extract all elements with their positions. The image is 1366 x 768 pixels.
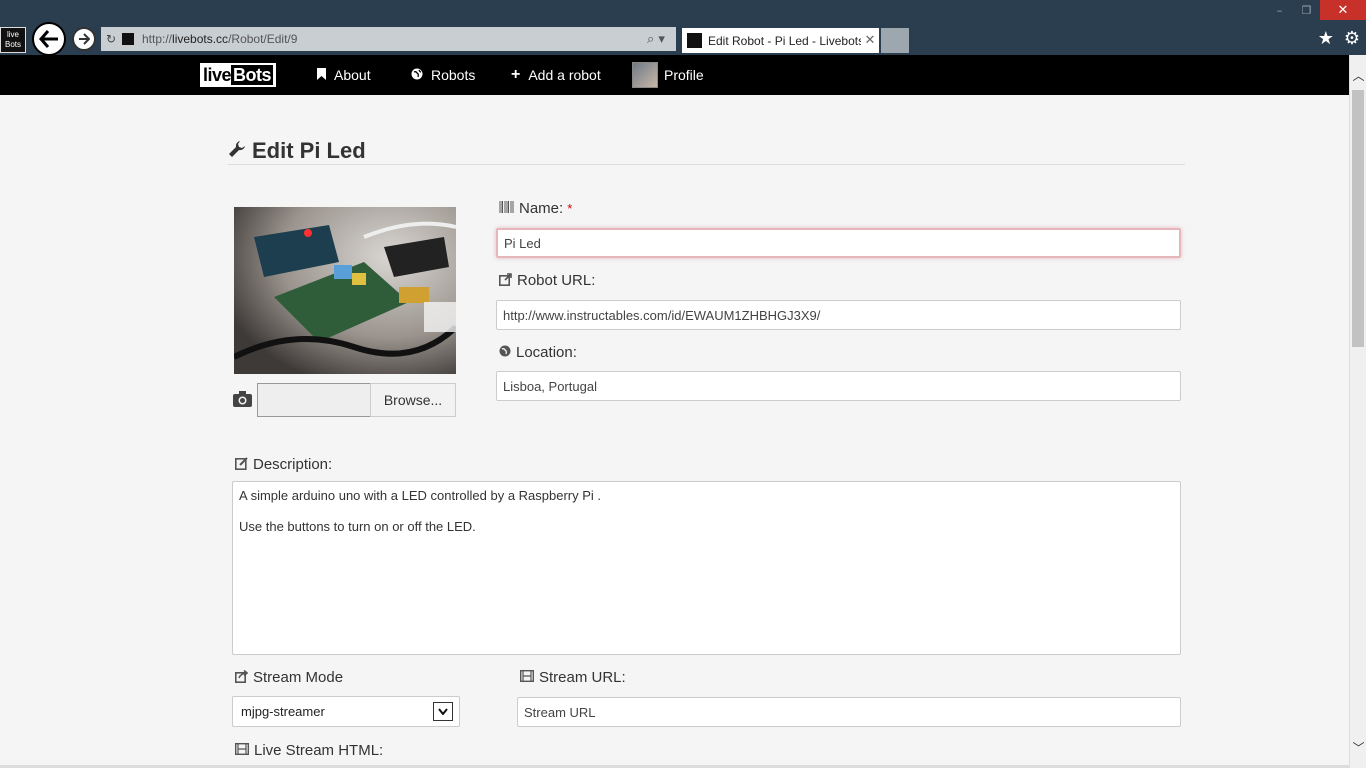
site-favicon-icon [121,32,135,46]
nav-robots-label: Robots [431,67,476,83]
app-logo[interactable]: live Bots [0,27,26,53]
refresh-icon[interactable]: ↻ [101,32,121,46]
back-button[interactable] [32,22,66,56]
wrench-icon [228,140,246,163]
description-textarea[interactable]: A simple arduino uno with a LED controll… [232,481,1181,655]
name-field[interactable]: Pi Led [496,228,1181,258]
minimize-button[interactable]: – [1266,0,1293,20]
forward-arrow-icon [79,33,90,45]
robot-photo [234,207,456,374]
description-label-text: Description: [253,456,333,473]
stream-url-label-text: Stream URL: [539,669,626,686]
back-arrow-icon [39,30,58,48]
camera-icon [233,391,252,411]
avatar [632,62,658,88]
live-stream-html-label-text: Live Stream HTML: [254,742,384,759]
robot-url-label-text: Robot URL: [517,272,596,289]
required-marker: * [567,201,573,216]
gear-icon[interactable]: ⚙ [1344,28,1360,49]
stream-url-label: Stream URL: [519,669,626,686]
photo-file-input[interactable] [257,383,370,417]
stream-mode-label-text: Stream Mode [253,669,344,686]
app-logo-top: live [6,30,19,39]
close-tab-icon[interactable]: ✕ [861,33,879,48]
location-field[interactable]: Lisboa, Portugal [496,371,1181,401]
edit-icon [235,456,248,473]
name-label-text: Name: [519,200,564,217]
address-bar[interactable]: ↻ http://livebots.cc/Robot/Edit/9 ⌕ ▾ [101,27,676,51]
robot-url-label: Robot URL: [499,272,595,289]
page-scrollbar[interactable]: ︿ ﹀ [1349,55,1366,768]
title-divider [228,164,1185,165]
search-icon[interactable]: ⌕ ▾ [636,32,676,47]
restore-button[interactable]: ❐ [1293,0,1320,20]
globe-icon [499,345,511,360]
nav-add-robot-label: Add a robot [528,67,601,83]
stream-mode-select[interactable]: mjpg-streamer [232,696,460,727]
barcode-icon [498,201,514,216]
browser-chrome: – ❐ ✕ live Bots ↻ http://livebots.cc/Rob… [0,0,1366,56]
bookmark-icon [317,67,326,83]
stream-url-field[interactable]: Stream URL [517,697,1181,727]
new-tab-button[interactable] [881,28,909,53]
location-label-text: Location: [516,344,577,361]
globe-icon [411,68,423,83]
url-path: /Robot/Edit/9 [228,32,298,46]
name-label: Name: * [498,200,573,217]
chevron-down-icon [433,702,453,721]
page-title: Edit Pi Led [228,138,366,164]
browse-button[interactable]: Browse... [370,383,456,417]
brand-live: live [203,65,232,85]
nav-about[interactable]: About [317,55,371,95]
tab-favicon-icon [687,33,702,48]
star-icon[interactable]: ★ [1318,28,1334,49]
nav-about-label: About [334,67,371,83]
forward-button[interactable] [72,27,96,51]
description-label: Description: [235,456,332,473]
tab-edit-robot[interactable]: Edit Robot - Pi Led - Livebots ✕ [682,28,879,53]
scroll-thumb[interactable] [1352,90,1364,347]
description-line: Use the buttons to turn on or off the LE… [239,519,476,534]
nav-robots[interactable]: Robots [411,55,475,95]
film-icon [519,669,535,685]
site-navbar: live Bots About Robots + Add a robot Prof… [0,55,1349,95]
nav-add-robot[interactable]: + Add a robot [511,55,601,95]
share-icon [235,669,249,686]
location-label: Location: [499,344,577,361]
tab-title: Edit Robot - Pi Led - Livebots [708,33,861,48]
live-stream-html-label: Live Stream HTML: [234,742,384,759]
brand-bots: Bots [231,65,274,85]
scroll-up-icon[interactable]: ︿ [1350,67,1366,84]
scroll-down-icon[interactable]: ﹀ [1350,739,1366,756]
url-prefix: http:// [142,32,173,46]
stream-mode-label: Stream Mode [235,669,343,686]
window-controls: – ❐ ✕ [1266,0,1366,20]
film-icon [234,742,250,758]
external-link-icon [499,272,512,289]
url-host: livebots.cc [172,32,229,46]
robot-url-field[interactable]: http://www.instructables.com/id/EWAUM1ZH… [496,300,1181,330]
brand-logo[interactable]: live Bots [200,63,277,87]
url-text[interactable]: http://livebots.cc/Robot/Edit/9 [142,32,636,46]
page-title-text: Edit Pi Led [252,138,366,163]
stream-mode-value: mjpg-streamer [241,704,325,719]
nav-profile[interactable]: Profile [632,55,704,95]
browser-toolbar-icons: ★ ⚙ [1318,28,1360,49]
app-logo-bottom: Bots [4,40,21,49]
plus-icon: + [511,66,521,83]
close-window-button[interactable]: ✕ [1320,0,1366,20]
nav-profile-label: Profile [664,67,704,83]
description-line: A simple arduino uno with a LED controll… [239,488,602,503]
